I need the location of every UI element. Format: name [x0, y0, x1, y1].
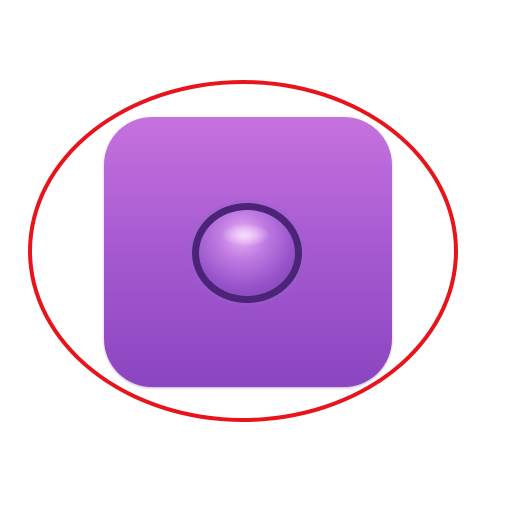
screenshot-stage	[0, 0, 512, 512]
record-button-face	[199, 210, 295, 296]
circle-record-icon	[192, 203, 302, 303]
app-icon[interactable]	[104, 117, 392, 387]
button-sheen	[223, 224, 269, 246]
